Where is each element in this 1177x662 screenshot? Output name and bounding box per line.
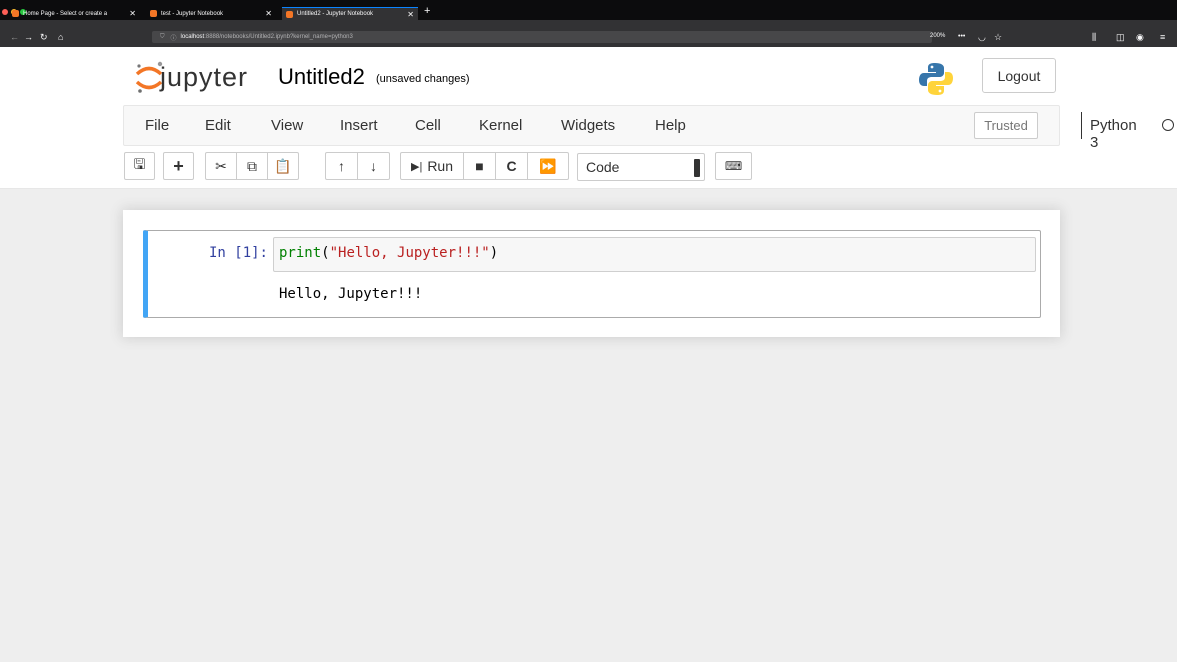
cell-output: Hello, Jupyter!!! (279, 286, 423, 302)
sidebar-icon[interactable]: ◫ (1116, 32, 1125, 42)
library-icon[interactable]: ⫼ (1092, 32, 1096, 42)
notebook-container: In [1]: print("Hello, Jupyter!!!") Hello… (123, 210, 1060, 337)
fast-forward-icon: ⏩ (539, 157, 557, 174)
menu-kernel[interactable]: Kernel (479, 117, 522, 134)
cell-type-select[interactable]: Code (577, 153, 705, 181)
menu-file[interactable]: File (145, 117, 169, 134)
menu-edit[interactable]: Edit (205, 117, 231, 134)
save-button[interactable]: 🖫 (124, 152, 155, 180)
copy-cells-button[interactable]: ⧉ (237, 152, 268, 180)
close-tab-icon[interactable]: ✕ (259, 9, 272, 18)
tab-bar: Home Page - Select or create a ✕ test - … (0, 0, 1177, 20)
url-path: :8888/notebooks/Untitled2.ipynb?kernel_n… (204, 34, 353, 40)
python-logo-icon (919, 63, 953, 95)
reload-icon[interactable]: ↻ (40, 32, 48, 42)
paste-icon: 📋 (274, 157, 292, 174)
restart-kernel-button[interactable]: C (496, 152, 528, 180)
notebook-header: jupyter Untitled2 (unsaved changes) Logo… (0, 47, 1177, 189)
paste-cells-button[interactable]: 📋 (268, 152, 299, 180)
browser-chrome: Home Page - Select or create a ✕ test - … (0, 0, 1177, 47)
menu-cell[interactable]: Cell (415, 117, 441, 134)
move-cell-down-button[interactable]: ↓ (358, 152, 390, 180)
code-string: "Hello, Jupyter!!!" (329, 245, 490, 261)
bookmark-star-icon[interactable]: ☆ (994, 32, 1002, 42)
cut-cells-button[interactable]: ✂ (205, 152, 237, 180)
cell-type-value: Code (586, 159, 620, 175)
code-input[interactable]: print("Hello, Jupyter!!!") (273, 237, 1036, 272)
tab-title: Untitled2 - Jupyter Notebook (297, 11, 374, 17)
notebook-name[interactable]: Untitled2 (278, 64, 365, 90)
menu-bar: File Edit View Insert Cell Kernel Widget… (123, 105, 1174, 151)
browser-tab-untitled2[interactable]: Untitled2 - Jupyter Notebook ✕ (282, 7, 418, 20)
jupyter-logo-text: jupyter (160, 62, 249, 92)
hamburger-menu-icon[interactable]: ≡ (1160, 32, 1165, 42)
select-arrow-icon (694, 159, 700, 177)
redo-icon: C (506, 158, 517, 174)
back-icon[interactable]: ← (10, 32, 19, 42)
new-tab-icon[interactable]: + (424, 5, 430, 17)
run-label: Run (427, 158, 453, 174)
tab-title: test - Jupyter Notebook (161, 10, 224, 17)
notebook-favicon-icon (150, 10, 157, 17)
scissors-icon: ✂ (215, 157, 227, 174)
pocket-icon[interactable]: ◡ (978, 32, 986, 42)
tab-title: Home Page - Select or create a (23, 10, 108, 17)
stop-icon: ■ (475, 158, 484, 174)
menu-help[interactable]: Help (655, 117, 686, 134)
code-paren-close: ) (489, 245, 499, 261)
code-cell[interactable]: In [1]: print("Hello, Jupyter!!!") Hello… (143, 230, 1041, 318)
close-tab-icon[interactable]: ✕ (123, 9, 136, 18)
zoom-level[interactable]: 200% (930, 33, 945, 39)
arrow-up-icon: ↑ (338, 158, 345, 174)
restart-run-all-button[interactable]: ⏩ (528, 152, 569, 180)
kernel-name: Python 3 (1090, 117, 1137, 151)
info-icon: ⓘ (170, 35, 177, 42)
input-prompt: In [1]: (208, 245, 268, 261)
url-host: localhost (180, 34, 205, 40)
move-cell-up-button[interactable]: ↑ (325, 152, 358, 180)
arrow-down-icon: ↓ (370, 158, 377, 174)
code-builtin: print (279, 245, 322, 261)
insert-cell-below-button[interactable]: + (163, 152, 194, 180)
menu-view[interactable]: View (271, 117, 303, 134)
browser-tab-test[interactable]: test - Jupyter Notebook ✕ (146, 7, 276, 20)
interrupt-kernel-button[interactable]: ■ (464, 152, 496, 180)
run-button[interactable]: ▶| Run (400, 152, 464, 180)
jupyter-favicon-icon (12, 10, 19, 17)
home-icon[interactable]: ⌂ (58, 32, 63, 42)
menu-widgets[interactable]: Widgets (561, 117, 615, 134)
browser-tab-home[interactable]: Home Page - Select or create a ✕ (8, 7, 140, 20)
code-paren-open: ( (321, 245, 330, 261)
save-status: (unsaved changes) (376, 73, 470, 85)
close-tab-icon[interactable]: ✕ (401, 10, 414, 19)
copy-icon: ⧉ (247, 157, 257, 174)
url-bar[interactable]: ⛉ ⓘ localhost:8888/notebooks/Untitled2.i… (152, 31, 932, 43)
step-forward-icon: ▶| (410, 160, 423, 173)
keyboard-icon: ⌨ (724, 159, 743, 173)
command-palette-button[interactable]: ⌨ (715, 152, 752, 180)
trusted-badge[interactable]: Trusted (974, 112, 1038, 139)
forward-icon[interactable]: → (24, 32, 33, 42)
plus-icon: + (173, 155, 184, 176)
kernel-idle-indicator-icon (1162, 119, 1174, 131)
shield-icon: ⛉ (160, 33, 165, 40)
account-icon[interactable]: ◉ (1136, 32, 1144, 42)
logout-button[interactable]: Logout (982, 58, 1056, 93)
notebook-favicon-icon (286, 10, 293, 18)
kernel-separator (1081, 112, 1082, 139)
menu-insert[interactable]: Insert (340, 117, 378, 134)
floppy-disk-icon: 🖫 (133, 156, 146, 172)
jupyter-page: jupyter Untitled2 (unsaved changes) Logo… (0, 47, 1177, 662)
page-actions-icon[interactable]: ••• (958, 32, 965, 42)
